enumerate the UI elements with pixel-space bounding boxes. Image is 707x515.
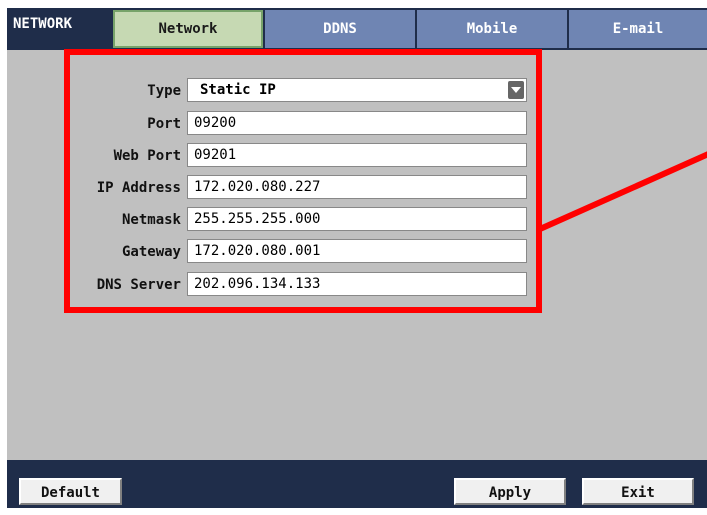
exit-button[interactable]: Exit	[582, 478, 694, 505]
ip-address-input[interactable]: 172.020.080.227	[187, 175, 527, 199]
tab-mobile[interactable]: Mobile	[417, 10, 567, 48]
ip-address-label: IP Address	[96, 180, 181, 196]
tab-ddns[interactable]: DDNS	[265, 10, 415, 48]
gateway-row: Gateway 172.020.080.001	[7, 239, 707, 265]
web-port-input[interactable]: 09201	[187, 143, 527, 167]
section-title: NETWORK	[13, 16, 73, 32]
tab-network[interactable]: Network	[113, 10, 263, 48]
default-button[interactable]: Default	[19, 478, 122, 505]
netmask-input[interactable]: 255.255.255.000	[187, 207, 527, 231]
gateway-input[interactable]: 172.020.080.001	[187, 239, 527, 263]
port-label: Port	[147, 116, 181, 132]
netmask-label: Netmask	[121, 212, 181, 228]
web-port-label: Web Port	[113, 148, 181, 164]
type-label: Type	[147, 83, 181, 99]
gateway-label: Gateway	[121, 244, 181, 260]
chevron-down-icon[interactable]	[508, 81, 524, 99]
dns-server-label: DNS Server	[96, 277, 181, 293]
type-value: Static IP	[200, 82, 276, 98]
dns-server-row: DNS Server 202.096.134.133	[7, 272, 707, 298]
apply-button[interactable]: Apply	[454, 478, 566, 505]
network-settings-window: NETWORK Network DDNS Mobile E-mail Type …	[7, 8, 707, 508]
tab-bar: NETWORK Network DDNS Mobile E-mail	[7, 8, 707, 50]
type-select[interactable]: Static IP	[187, 78, 527, 102]
netmask-row: Netmask 255.255.255.000	[7, 207, 707, 233]
port-row: Port 09200	[7, 111, 707, 137]
button-bar: Default Apply Exit	[7, 460, 707, 508]
type-row: Type Static IP	[7, 78, 707, 104]
web-port-row: Web Port 09201	[7, 143, 707, 169]
dns-server-input[interactable]: 202.096.134.133	[187, 272, 527, 296]
port-input[interactable]: 09200	[187, 111, 527, 135]
tab-email[interactable]: E-mail	[569, 10, 707, 48]
